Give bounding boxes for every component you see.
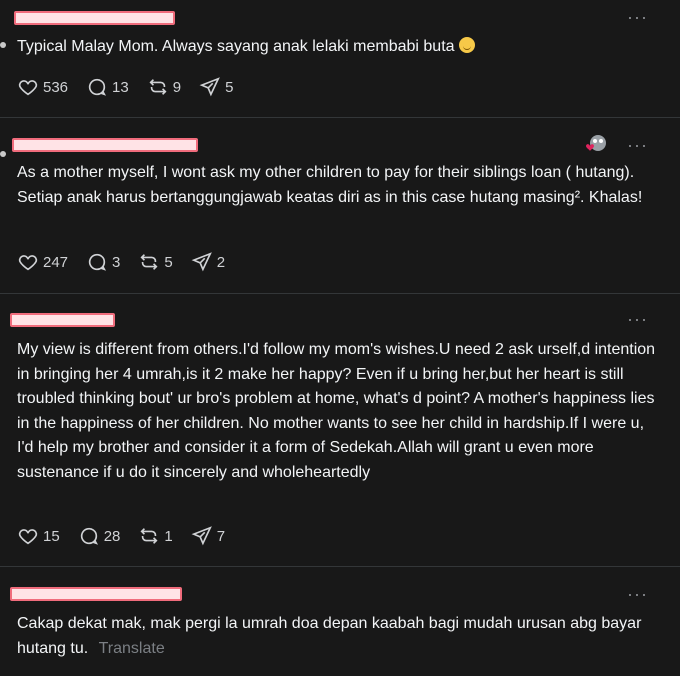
comment-icon bbox=[80, 527, 98, 545]
post-text: Cakap dekat mak, mak pergi la umrah doa … bbox=[17, 612, 657, 661]
post-text: My view is different from others.I'd fol… bbox=[17, 341, 656, 481]
share-icon bbox=[191, 252, 212, 272]
post-text: Typical Malay Mom. Always sayang anak le… bbox=[17, 35, 657, 60]
grinning-emoji-icon bbox=[458, 37, 475, 53]
repost-count: 9 bbox=[172, 78, 182, 96]
more-icon[interactable]: ··· bbox=[627, 585, 648, 603]
repost-icon bbox=[140, 528, 158, 544]
redacted-username bbox=[14, 11, 175, 25]
share-button[interactable]: 5 bbox=[199, 76, 233, 98]
thread-dot bbox=[0, 151, 6, 157]
repost-count: 5 bbox=[164, 253, 173, 271]
redacted-username bbox=[10, 313, 115, 327]
comment-icon bbox=[88, 78, 107, 96]
repost-button[interactable]: 1 bbox=[138, 525, 173, 547]
post-actions: 536 13 9 5 bbox=[17, 75, 251, 99]
heart-icon bbox=[18, 529, 38, 545]
comment-button[interactable]: 3 bbox=[86, 251, 120, 273]
post-actions: 247 3 5 2 bbox=[17, 250, 243, 274]
like-count: 247 bbox=[43, 253, 69, 271]
share-count: 7 bbox=[216, 527, 226, 545]
divider bbox=[0, 117, 680, 118]
more-icon[interactable]: ··· bbox=[627, 8, 648, 26]
comment-count: 13 bbox=[112, 78, 129, 96]
comment-icon bbox=[88, 253, 107, 271]
like-count: 15 bbox=[43, 527, 60, 545]
comment-count: 3 bbox=[112, 253, 121, 271]
redacted-username bbox=[10, 587, 182, 601]
comment-count: 28 bbox=[103, 527, 121, 545]
post-actions: 15 28 1 7 bbox=[17, 524, 243, 548]
share-icon bbox=[191, 526, 212, 546]
heart-icon bbox=[18, 80, 38, 96]
redacted-username bbox=[12, 138, 198, 152]
post-text-content: Typical Malay Mom. Always sayang anak le… bbox=[17, 38, 455, 55]
like-button[interactable]: 247 bbox=[17, 251, 68, 273]
like-count: 536 bbox=[43, 78, 69, 96]
divider bbox=[0, 293, 680, 294]
share-button[interactable]: 2 bbox=[191, 251, 225, 273]
post-text: As a mother myself, I wont ask my other … bbox=[17, 164, 643, 206]
share-icon bbox=[199, 77, 220, 97]
like-button[interactable]: 536 bbox=[17, 76, 68, 98]
repost-button[interactable]: 5 bbox=[138, 251, 173, 273]
reaction-badge-icon bbox=[582, 133, 608, 160]
repost-icon bbox=[140, 254, 158, 270]
share-count: 2 bbox=[216, 253, 226, 271]
more-icon[interactable]: ··· bbox=[627, 136, 648, 154]
repost-icon bbox=[149, 79, 167, 95]
share-count: 5 bbox=[225, 78, 234, 96]
divider bbox=[0, 566, 680, 567]
share-button[interactable]: 7 bbox=[191, 525, 225, 547]
repost-button[interactable]: 9 bbox=[147, 76, 181, 98]
repost-count: 1 bbox=[164, 527, 173, 545]
heart-icon bbox=[18, 255, 38, 271]
comment-button[interactable]: 28 bbox=[78, 525, 121, 547]
translate-link[interactable]: Translate bbox=[99, 640, 165, 657]
thread-dot bbox=[0, 42, 6, 48]
comment-button[interactable]: 13 bbox=[86, 76, 129, 98]
like-button[interactable]: 15 bbox=[17, 525, 60, 547]
more-icon[interactable]: ··· bbox=[627, 310, 648, 328]
